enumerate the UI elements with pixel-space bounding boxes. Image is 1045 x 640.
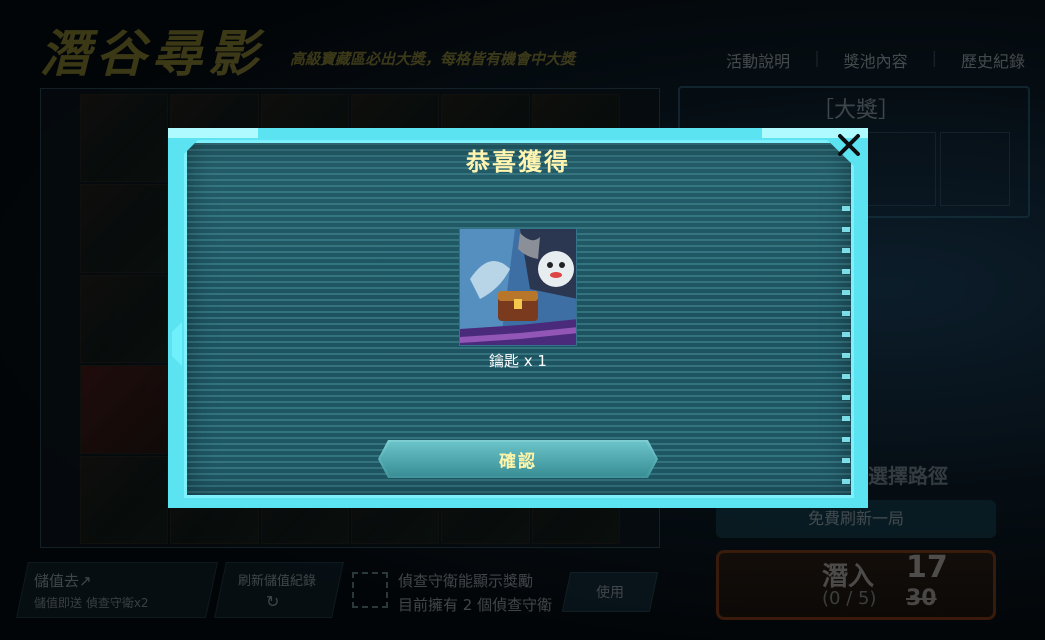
close-icon <box>838 134 860 156</box>
reward-caption: 鑰匙 x 1 <box>489 352 547 370</box>
key-chest-artwork <box>460 229 576 345</box>
dialog-edge-decoration <box>842 206 850 496</box>
close-button[interactable] <box>834 130 864 160</box>
dialog-title: 恭喜獲得 <box>466 148 570 176</box>
reward-item-image <box>459 228 577 346</box>
dialog-corner-accent <box>168 128 258 138</box>
confirm-label: 確認 <box>499 451 537 472</box>
confirm-button[interactable]: 確認 <box>378 440 658 478</box>
